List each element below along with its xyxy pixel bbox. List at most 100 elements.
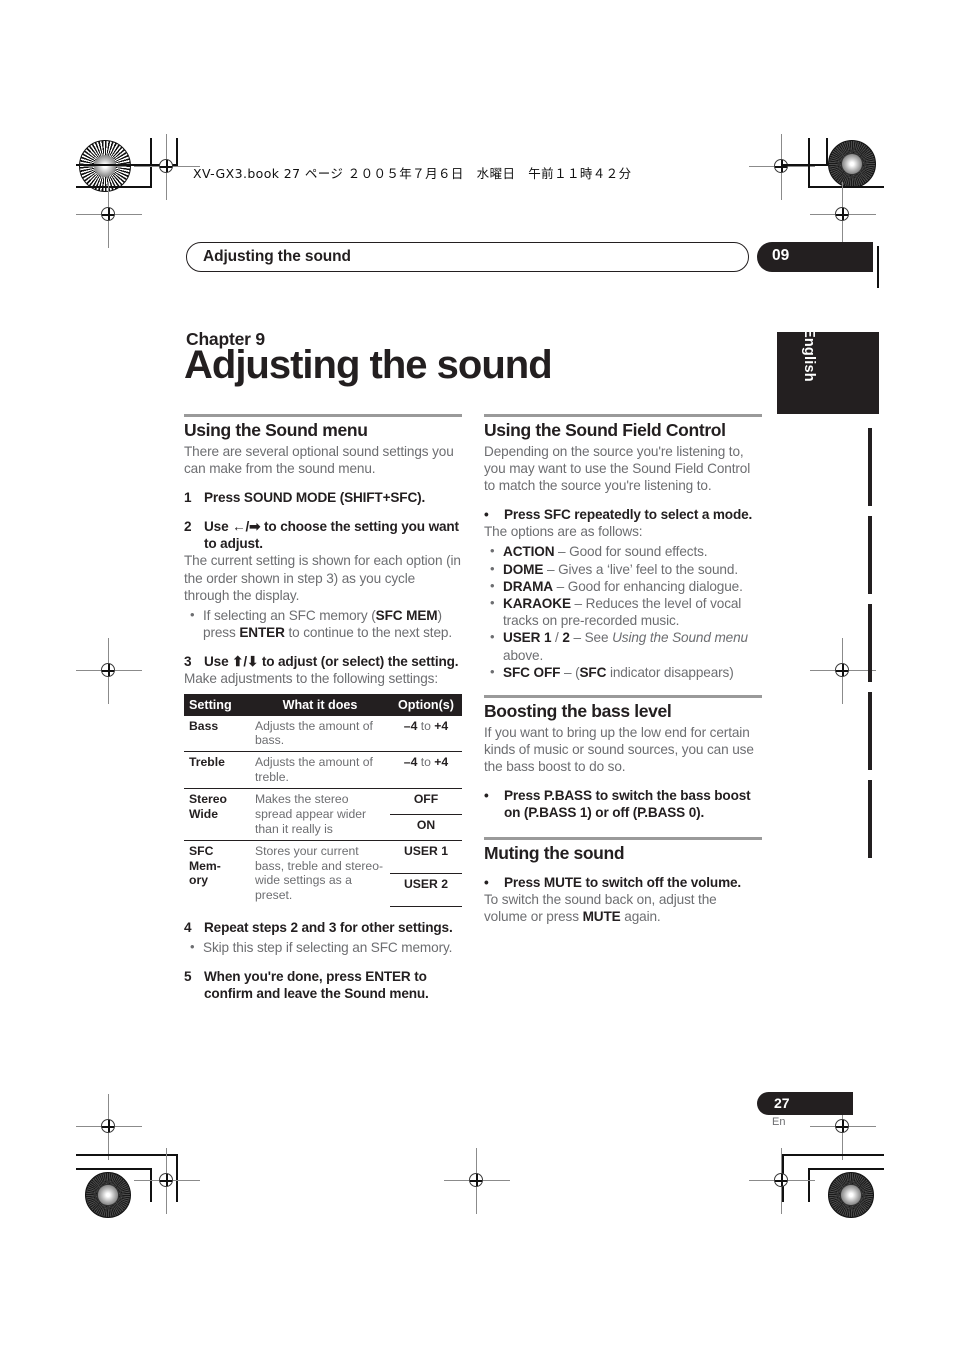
cell-setting: Treble [184,751,250,789]
step-2-body: The current setting is shown for each op… [184,553,461,603]
table-row: Treble Adjusts the amount of treble. –4 … [184,751,462,789]
section-intro: If you want to bring up the low end for … [484,724,754,774]
table-row: SFC Mem-ory Stores your current bass, tre… [184,839,462,907]
crop-mark-top-left-h2 [76,164,178,166]
mute-instruction-text: Press MUTE to switch off the volume. [504,874,742,890]
cell-options: –4 to +4 [390,751,462,789]
registration-mark-right-middle [810,638,876,704]
col-header-what-it-does: What it does [250,693,390,716]
crop-mark-top-right-v [808,138,810,186]
section-intro: Depending on the source you're listening… [484,443,751,493]
bullet-glyph: • [484,788,489,804]
table-row: Stereo Wide Makes the stereo spread appea… [184,788,462,841]
section-rule [484,837,762,841]
crop-mark-bottom-right-v2 [808,1168,810,1202]
cell-options: ON [390,813,462,841]
bullet-glyph: • [484,874,489,890]
list-item: ACTION – Good for sound effects. [490,543,762,560]
registration-rosette-top-left [79,140,131,192]
thumb-tab-bar-2 [868,516,872,594]
cell-description: Stores your current bass, treble and ste… [250,839,390,907]
cell-setting: SFC Mem-ory [184,839,250,907]
language-tab: English [777,328,879,414]
cell-options: –4 to +4 [403,718,449,733]
step-2-number: 2 [184,519,192,535]
col-header-setting: Setting [184,693,250,716]
step-4-bullets: Skip this step if selecting an SFC memor… [184,939,462,956]
step-4-text: Repeat steps 2 and 3 for other settings. [204,919,453,935]
mute-body: To switch the sound back on, adjust the … [484,892,717,925]
section-sound-field-control: Using the Sound Field Control Depending … [484,414,762,681]
settings-table-head: Setting What it does Option(s) [184,693,462,716]
list-item: USER 1 / 2 – See Using the Sound menu ab… [490,629,762,663]
crop-mark-bottom-left-h2 [76,1168,152,1170]
crop-mark-top-right-h2 [782,164,828,166]
sfc-instruction-body: The options are as follows: [484,524,643,540]
running-header-bar: Adjusting the sound [186,242,749,272]
cell-options: USER 2 [390,872,462,907]
page-title: Adjusting the sound [184,343,553,387]
step-1-number: 1 [184,489,192,505]
step-5: 5 When you're done, press ENTER to confir… [184,968,462,1002]
section-heading: Boosting the bass level [484,700,672,721]
bullet-glyph: • [484,507,489,523]
list-item: Skip this step if selecting an SFC memor… [190,939,462,956]
table-header-row: Setting What it does Option(s) [184,693,462,716]
bass-boost-instruction: • Press P.BASS to switch the bass boost o… [484,787,762,821]
crop-mark-bottom-left-v [176,1154,178,1202]
step-3: 3 Use ⬆/⬇ to adjust (or select) the setti… [184,653,462,670]
registration-mark-top-right [749,134,815,200]
crop-mark-top-left-h [76,186,152,188]
registration-mark-right-upper [810,182,876,248]
crop-mark-bottom-left-h [76,1154,178,1156]
thumb-tab-bar-5 [868,780,872,858]
cell-setting: Bass [189,718,219,733]
page-folio-badge: 27 [757,1092,853,1115]
mute-instruction: • Press MUTE to switch off the volume. [484,874,762,891]
step-5-number: 5 [184,969,192,985]
registration-rosette-bottom-left [85,1172,131,1218]
folio-tail [839,1092,853,1115]
sfc-instruction: • Press SFC repeatedly to select a mode. [484,506,762,523]
cell-description: Adjusts the amount of treble. [250,751,390,789]
list-item: If selecting an SFC memory (SFC MEM) pre… [190,607,462,641]
cell-setting: Stereo Wide [184,788,250,841]
section-bass-boost: Boosting the bass level If you want to b… [484,694,762,821]
step-2-bullets: If selecting an SFC memory (SFC MEM) pre… [184,607,462,641]
settings-table-body: Bass Adjusts the amount of bass. –4 to +… [184,716,462,907]
step-3-number: 3 [184,654,192,670]
sfc-mode-list: ACTION – Good for sound effects. DOME – … [484,543,762,681]
cell-options: OFF [390,788,462,815]
step-4-number: 4 [184,919,192,935]
section-intro: There are several optional sound setting… [184,443,454,476]
registration-mark-left-lower [76,1094,142,1160]
registration-rosette-bottom-right [828,1172,874,1218]
trim-line-right [877,246,879,288]
registration-mark-bottom-center [444,1148,510,1214]
cell-options: USER 1 [390,839,462,874]
step-1-text: Press SOUND MODE (SHIFT+SFC). [204,489,426,505]
section-heading: Muting the sound [484,843,625,864]
table-row: Bass Adjusts the amount of bass. –4 to +… [184,716,462,752]
step-5-text: When you're done, press ENTER to confirm… [204,969,429,1002]
step-2-text: Use ←/➡ to choose the setting you want t… [204,519,459,552]
section-heading: Using the Sound menu [184,420,368,440]
section-muting: Muting the sound • Press MUTE to switch o… [484,837,762,925]
sfc-instruction-text: Press SFC repeatedly to select a mode. [504,507,753,523]
step-4: 4 Repeat steps 2 and 3 for other settings… [184,919,462,936]
registration-mark-right-lower [810,1094,876,1160]
registration-mark-left-upper [76,182,142,248]
step-2: 2 Use ←/➡ to choose the setting you want … [184,518,462,552]
cell-description: Adjusts the amount of bass. [255,718,373,748]
list-item: SFC OFF – (SFC indicator disappears) [490,664,762,681]
cell-description: Makes the stereo spread appear wider tha… [250,788,390,841]
crop-mark-bottom-right-v [782,1154,784,1202]
step-1: 1 Press SOUND MODE (SHIFT+SFC). [184,489,462,506]
crop-mark-bottom-right-h [782,1154,884,1156]
thumb-tab-bar-3 [868,604,872,682]
section-using-the-sound-menu: Using the Sound menu There are several o… [184,414,462,1002]
crop-mark-top-left-v [150,138,152,186]
section-heading: Using the Sound Field Control [484,420,726,440]
thumb-tab-bar-1 [868,428,872,506]
chapter-badge-tail [855,242,873,272]
